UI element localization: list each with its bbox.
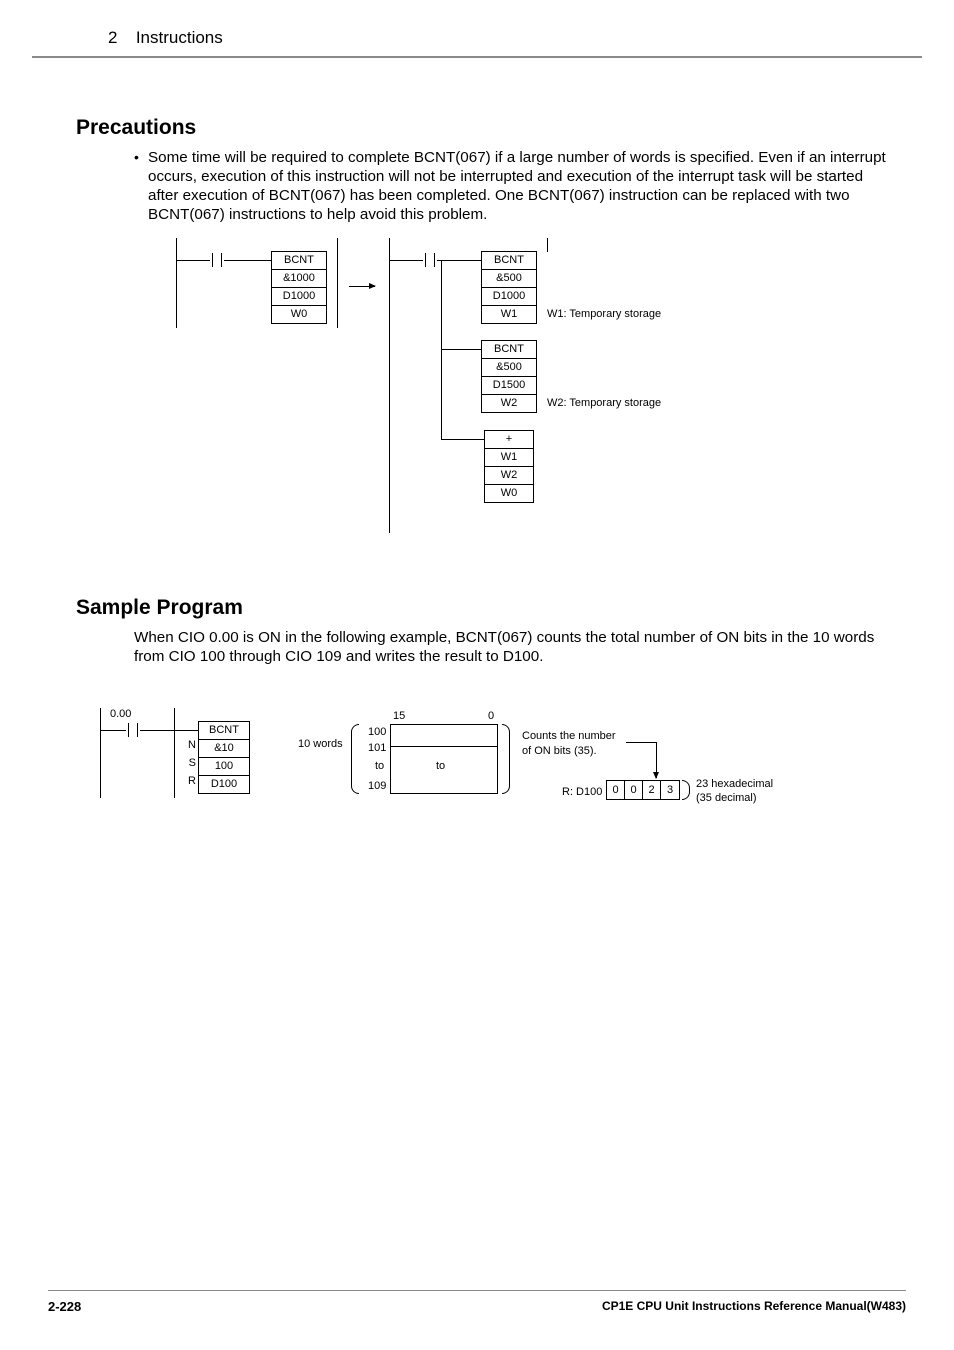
bcnt-r: W0 xyxy=(272,306,326,323)
page-footer: 2-228 CP1E CPU Unit Instructions Referen… xyxy=(48,1290,906,1314)
dec-label: (35 decimal) xyxy=(696,792,757,804)
bcnt2-r: W1 xyxy=(482,306,536,323)
bcnt-n: &1000 xyxy=(272,270,326,288)
idx100: 100 xyxy=(368,726,386,738)
bcnt2-op: BCNT xyxy=(482,252,536,270)
w2-label: W2: Temporary storage xyxy=(547,397,661,409)
plus-r: W0 xyxy=(485,485,533,502)
bits-to: to xyxy=(436,760,445,772)
bcnt-op: BCNT xyxy=(272,252,326,270)
precautions-diagram: BCNT &1000 D1000 W0 BCNT &500 D1000 W1 W… xyxy=(171,238,811,538)
sample-title: Sample Program xyxy=(76,596,906,620)
plus-op: + xyxy=(485,431,533,449)
bit0: 0 xyxy=(488,710,494,722)
section-number: 2 xyxy=(108,28,117,47)
sample-diagram: 0.00 N S R BCNT &10 100 D100 10 words 10… xyxy=(76,698,896,818)
w1-label: W1: Temporary storage xyxy=(547,308,661,320)
bcnt2-n: &500 xyxy=(482,270,536,288)
precautions-text: Some time will be required to complete B… xyxy=(148,148,896,224)
contact-label: 0.00 xyxy=(110,708,131,720)
counts2: of ON bits (35). xyxy=(522,745,597,757)
sample-text: When CIO 0.00 is ON in the following exa… xyxy=(134,628,896,666)
d0: 0 xyxy=(607,781,625,799)
s-bcnt-r: D100 xyxy=(199,776,249,793)
ten-words: 10 words xyxy=(298,738,343,750)
plus-b: W2 xyxy=(485,467,533,485)
s-bcnt-s: 100 xyxy=(199,758,249,776)
result-label: R: D100 xyxy=(562,786,602,798)
section-title: Instructions xyxy=(136,28,223,47)
param-s: S xyxy=(184,757,196,769)
bcnt3-op: BCNT xyxy=(482,341,536,359)
bcnt3-r: W2 xyxy=(482,395,536,412)
idx109: 109 xyxy=(368,780,386,792)
idx101: 101 xyxy=(368,742,386,754)
precautions-bullet: • Some time will be required to complete… xyxy=(134,148,896,224)
hex-label: 23 hexadecimal xyxy=(696,778,773,790)
manual-name: CP1E CPU Unit Instructions Reference Man… xyxy=(602,1299,906,1314)
plus-a: W1 xyxy=(485,449,533,467)
page-number: 2-228 xyxy=(48,1299,81,1314)
precautions-title: Precautions xyxy=(76,116,906,140)
bcnt-s: D1000 xyxy=(272,288,326,306)
bit15: 15 xyxy=(393,710,405,722)
d3: 3 xyxy=(661,781,679,799)
s-bcnt-op: BCNT xyxy=(199,722,249,740)
page-header: 2 Instructions xyxy=(32,0,922,58)
bcnt3-n: &500 xyxy=(482,359,536,377)
param-r: R xyxy=(184,775,196,787)
param-n: N xyxy=(184,739,196,751)
bullet-icon: • xyxy=(134,148,148,224)
s-bcnt-n: &10 xyxy=(199,740,249,758)
bcnt3-s: D1500 xyxy=(482,377,536,395)
result-box: 0 0 2 3 xyxy=(606,780,680,800)
counts1: Counts the number xyxy=(522,730,616,742)
bcnt2-s: D1000 xyxy=(482,288,536,306)
d2: 2 xyxy=(643,781,661,799)
d1: 0 xyxy=(625,781,643,799)
idx-to: to xyxy=(375,760,384,772)
